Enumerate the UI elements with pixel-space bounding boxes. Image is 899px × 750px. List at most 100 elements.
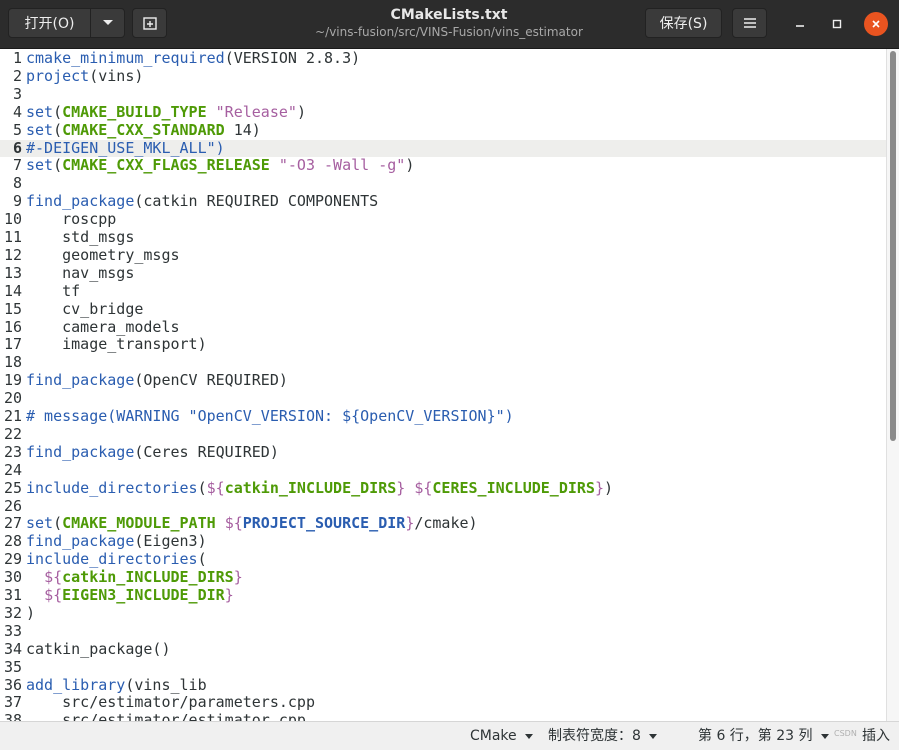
code-line[interactable]: 30 ${catkin_INCLUDE_DIRS} (0, 568, 886, 587)
code-line[interactable]: 35 (0, 658, 886, 677)
code-text: ( (197, 478, 207, 497)
document-title: CMakeLists.txt (390, 7, 508, 23)
code-line[interactable]: 4 set(CMAKE_BUILD_TYPE "Release") (0, 102, 886, 122)
code-string: } (594, 478, 604, 497)
code-line[interactable]: 2 project(vins) (0, 66, 886, 86)
cursor-position-selector[interactable]: 第 6 行，第 23 列 (698, 726, 829, 746)
open-recent-dropdown-button[interactable] (90, 8, 125, 38)
code-text: (catkin REQUIRED COMPONENTS (134, 192, 379, 211)
code-line[interactable]: 29 include_directories( (0, 550, 886, 569)
line-number: 6 (12, 138, 22, 157)
line-number: 2 (12, 66, 22, 85)
code-text: (Eigen3) (134, 532, 207, 551)
cursor-position-label: 第 6 行，第 23 列 (698, 728, 813, 744)
text-editor[interactable]: 1 cmake_minimum_required(VERSION 2.8.3) 2 p… (0, 49, 886, 721)
code-text: nav_msgs (26, 263, 135, 282)
chevron-down-icon (524, 733, 533, 739)
code-text: tf (26, 281, 81, 300)
line-number: 22 (3, 424, 22, 443)
minimize-button[interactable] (788, 12, 812, 36)
new-tab-button[interactable] (132, 8, 167, 38)
code-line[interactable]: 9 find_package(catkin REQUIRED COMPONENTS (0, 192, 886, 211)
line-number: 36 (3, 675, 22, 694)
code-keyword: find_package (26, 192, 135, 211)
code-string: } (233, 568, 243, 587)
code-line[interactable]: 8 (0, 174, 886, 193)
code-line[interactable]: 26 (0, 497, 886, 516)
code-line[interactable]: 25 include_directories(${catkin_INCLUDE_D… (0, 478, 886, 498)
code-keyword: set (26, 102, 54, 121)
code-line[interactable]: 21 # message(WARNING "OpenCV_VERSION: ${O… (0, 407, 886, 426)
code-line[interactable]: 5 set(CMAKE_CXX_STANDARD 14) (0, 120, 886, 140)
code-text: ( (53, 514, 63, 533)
code-variable-ref: PROJECT_SOURCE_DIR (242, 514, 406, 533)
code-string: ${ (224, 514, 243, 533)
hamburger-menu-icon (743, 18, 756, 28)
code-line[interactable]: 6 #-DEIGEN_USE_MKL_ALL") (0, 138, 886, 158)
code-line[interactable]: 14 tf (0, 281, 886, 301)
save-button[interactable]: 保存(S) (645, 8, 722, 38)
code-line[interactable]: 1 cmake_minimum_required(VERSION 2.8.3) (0, 49, 886, 68)
code-line[interactable]: 16 camera_models (0, 318, 886, 337)
code-line[interactable]: 11 std_msgs (0, 228, 886, 247)
open-button-label: 打开(O) (24, 16, 75, 32)
code-keyword: find_package (26, 371, 135, 390)
scrollbar-thumb[interactable] (890, 51, 896, 441)
code-string: ${ (44, 586, 63, 604)
code-line[interactable]: 7 set(CMAKE_CXX_FLAGS_RELEASE "-O3 -Wall … (0, 156, 886, 175)
code-content: ${catkin_INCLUDE_DIRS} (26, 568, 243, 587)
code-line[interactable]: 36 add_library(vins_lib (0, 675, 886, 695)
line-number: 1 (12, 49, 22, 67)
line-number: 15 (3, 299, 22, 318)
code-line[interactable]: 38 src/estimator/estimator.cpp (0, 711, 886, 721)
code-content: set(CMAKE_BUILD_TYPE "Release") (26, 102, 306, 122)
code-line[interactable]: 22 (0, 424, 886, 444)
code-line[interactable]: 33 (0, 622, 886, 641)
code-line[interactable]: 18 (0, 353, 886, 372)
vertical-scrollbar[interactable] (886, 49, 899, 721)
code-line[interactable]: 31 ${EIGEN3_INCLUDE_DIR} (0, 586, 886, 605)
code-line[interactable]: 28 find_package(Eigen3) (0, 532, 886, 551)
code-content: find_package(Eigen3) (26, 532, 207, 551)
line-number: 11 (3, 228, 22, 246)
code-line[interactable]: 23 find_package(Ceres REQUIRED) (0, 442, 886, 462)
code-string: } (405, 514, 415, 533)
code-line[interactable]: 13 nav_msgs (0, 263, 886, 283)
code-line[interactable]: 20 (0, 389, 886, 408)
maximize-button[interactable] (825, 12, 849, 36)
menu-button[interactable] (732, 8, 767, 38)
language-selector[interactable]: CMake (470, 726, 533, 746)
header-bar: 打开(O) CMakeLists.txt ~/vins-fusion/src/V… (0, 0, 899, 49)
code-line[interactable]: 37 src/estimator/parameters.cpp (0, 693, 886, 712)
code-keyword: find_package (26, 442, 135, 461)
code-line[interactable]: 15 cv_bridge (0, 299, 886, 319)
code-line[interactable]: 17 image_transport) (0, 335, 886, 354)
tab-width-selector[interactable]: 制表符宽度：8 (548, 726, 657, 746)
line-number: 19 (3, 371, 22, 390)
code-line[interactable]: 19 find_package(OpenCV REQUIRED) (0, 371, 886, 390)
chevron-down-icon (102, 20, 113, 25)
code-keyword: find_package (26, 532, 135, 551)
open-button[interactable]: 打开(O) (8, 8, 91, 38)
code-line[interactable]: 10 roscpp (0, 210, 886, 229)
code-line[interactable]: 12 geometry_msgs (0, 246, 886, 265)
code-line[interactable]: 32) (0, 604, 886, 623)
code-line[interactable]: 27 set(CMAKE_MODULE_PATH ${PROJECT_SOURCE… (0, 514, 886, 533)
insert-mode-indicator[interactable]: 插入 (862, 726, 890, 746)
code-line[interactable]: 3 (0, 85, 886, 104)
code-comment: # message(WARNING "OpenCV_VERSION: ${Ope… (26, 407, 514, 425)
line-number: 30 (3, 568, 22, 587)
code-content: find_package(OpenCV REQUIRED) (26, 371, 288, 390)
code-keyword: set (26, 514, 54, 533)
line-number: 25 (3, 478, 22, 497)
code-line[interactable]: 24 (0, 461, 886, 480)
code-text: (vins) (89, 66, 144, 85)
code-text: 14) (224, 120, 261, 139)
close-button[interactable] (864, 12, 888, 36)
line-number: 37 (3, 693, 22, 712)
code-line[interactable]: 34 catkin_package() (0, 640, 886, 659)
code-content: find_package(catkin REQUIRED COMPONENTS (26, 192, 379, 211)
code-string: } (224, 586, 234, 604)
